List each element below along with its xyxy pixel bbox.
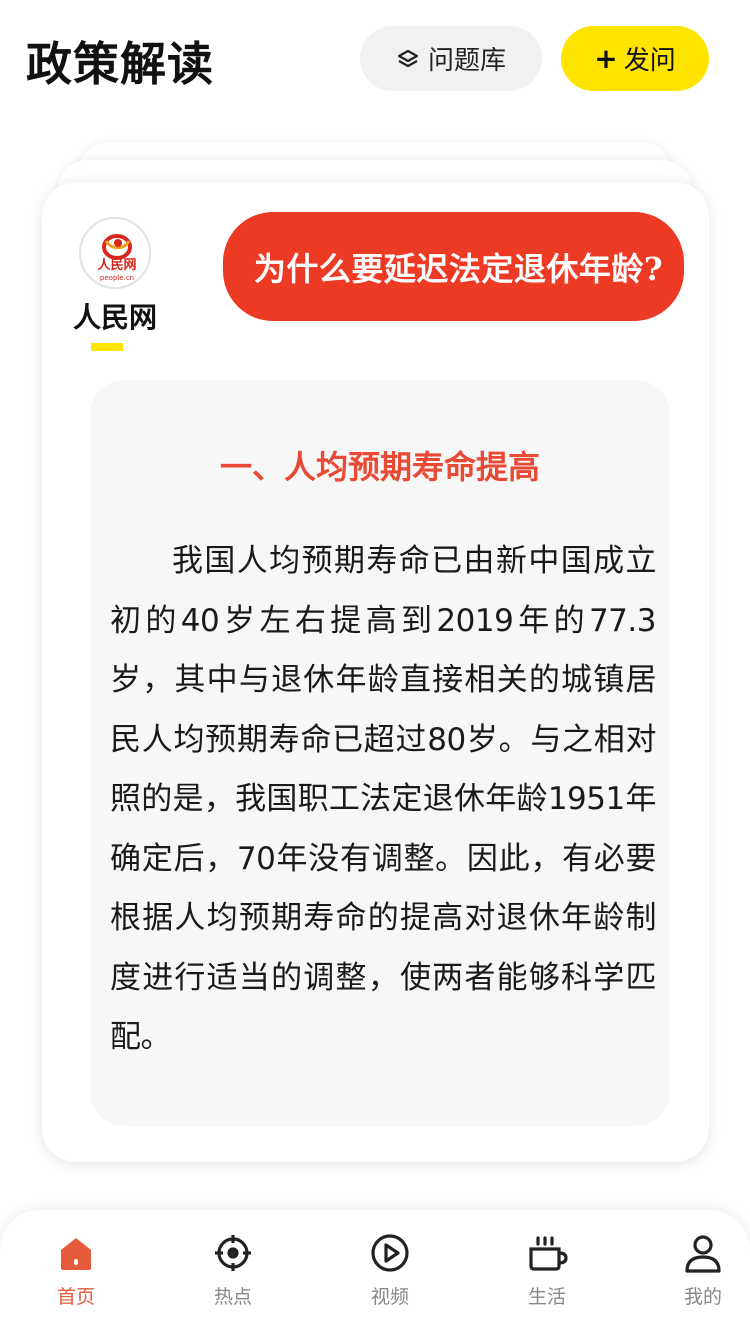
nav-label: 视频 xyxy=(370,1286,409,1308)
nav-item-home[interactable]: 首页 xyxy=(16,1232,136,1309)
nav-item-mine[interactable]: 我的 xyxy=(643,1232,750,1309)
plus-icon: + xyxy=(594,41,618,75)
svg-text:people.cn: people.cn xyxy=(100,274,134,282)
ask-button[interactable]: + 发问 xyxy=(561,26,709,91)
home-icon xyxy=(61,1238,91,1270)
section-heading: 一、人均预期寿命提高 xyxy=(219,448,540,486)
nav-label: 生活 xyxy=(527,1286,566,1308)
svg-text:人民网: 人民网 xyxy=(97,257,136,273)
page-title: 政策解读 xyxy=(26,37,214,91)
question-bubble: 为什么要延迟法定退休年龄? xyxy=(223,212,684,321)
source-logo: 人民网 people.cn xyxy=(79,217,151,289)
user-icon xyxy=(685,1235,721,1273)
nav-item-life[interactable]: 生活 xyxy=(487,1232,607,1309)
nav-item-hot[interactable]: 热点 xyxy=(173,1232,293,1309)
crosshair-icon xyxy=(215,1235,251,1271)
source-name: 人民网 xyxy=(72,301,157,334)
nav-label: 首页 xyxy=(56,1286,95,1308)
body-text: 我国人均预期寿命已由新中国成立初的40岁左右提高到2019年的77.3岁，其中与… xyxy=(110,543,657,1055)
ask-label: 发问 xyxy=(623,46,676,76)
question-bank-button[interactable]: 问题库 xyxy=(360,26,542,91)
nav-item-video[interactable]: 视频 xyxy=(330,1232,450,1309)
play-icon xyxy=(371,1234,409,1272)
source-underline xyxy=(91,343,123,351)
page: 政策解读 问题库 + 发问 人民网 people.cn 人民网 为什么要延迟法定… xyxy=(0,0,750,1334)
layers-icon xyxy=(397,49,419,67)
cup-icon xyxy=(529,1236,568,1271)
nav-label: 热点 xyxy=(213,1286,252,1308)
nav-label: 我的 xyxy=(683,1286,722,1308)
question-bank-label: 问题库 xyxy=(427,46,506,76)
